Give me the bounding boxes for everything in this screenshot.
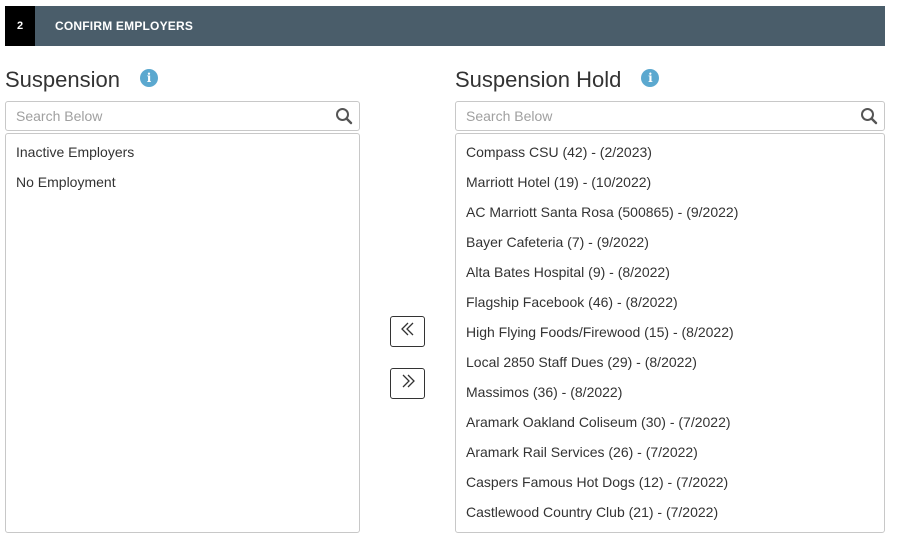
search-icon[interactable] [854,102,884,130]
suspension-hold-search-input[interactable] [456,103,854,129]
info-icon[interactable]: i [641,69,660,87]
list-item[interactable]: High Flying Foods/Firewood (15) - (8/202… [456,317,884,347]
double-chevron-right-icon [400,373,416,394]
suspension-hold-list[interactable]: Compass CSU (42) - (2/2023) Marriott Hote… [455,133,885,533]
list-item[interactable]: Marriott Hotel (19) - (10/2022) [456,167,884,197]
list-item[interactable]: Massimos (36) - (8/2022) [456,377,884,407]
suspension-title-text: Suspension [5,67,120,92]
list-item[interactable]: Flagship Facebook (46) - (8/2022) [456,287,884,317]
list-item[interactable]: Aramark Oakland Coliseum (30) - (7/2022) [456,407,884,437]
suspension-search-input[interactable] [6,103,329,129]
list-item[interactable]: AC Marriott Santa Rosa (500865) - (9/202… [456,197,884,227]
step-number: 2 [5,6,35,46]
list-item[interactable]: Caspers Famous Hot Dogs (12) - (7/2022) [456,467,884,497]
list-item[interactable]: Compass CSU (42) - (2/2023) [456,137,884,167]
step-title: CONFIRM EMPLOYERS [55,19,194,33]
list-item[interactable]: No Employment [6,167,359,197]
info-icon[interactable]: i [139,69,158,87]
double-chevron-left-icon [400,321,416,342]
list-item[interactable]: Local 2850 Staff Dues (29) - (8/2022) [456,347,884,377]
suspension-hold-title-text: Suspension Hold [455,67,622,92]
move-left-button[interactable] [390,316,425,347]
list-item[interactable]: Bayer Cafeteria (7) - (9/2022) [456,227,884,257]
list-item[interactable]: Inactive Employers [6,137,359,167]
suspension-panel-title: Suspension i [5,66,158,94]
list-item[interactable]: Alta Bates Hospital (9) - (8/2022) [456,257,884,287]
suspension-hold-search-box [455,101,885,131]
search-icon[interactable] [329,102,359,130]
list-item[interactable]: Aramark Rail Services (26) - (7/2022) [456,437,884,467]
suspension-search-box [5,101,360,131]
list-item[interactable]: Castlewood Country Club (21) - (7/2022) [456,497,884,527]
suspension-list[interactable]: Inactive Employers No Employment [5,133,360,533]
move-right-button[interactable] [390,368,425,399]
suspension-hold-panel-title: Suspension Hold i [455,66,660,94]
step-header: 2 CONFIRM EMPLOYERS [5,6,885,46]
